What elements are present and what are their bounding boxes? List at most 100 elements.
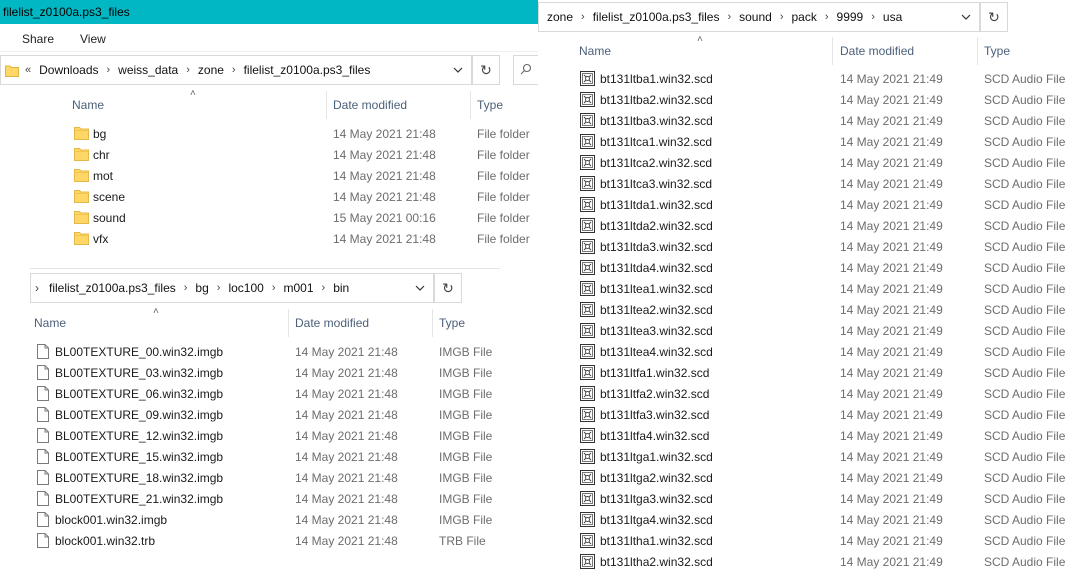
list-item[interactable]: BL00TEXTURE_21.win32.imgb 14 May 2021 21:… xyxy=(22,488,538,509)
breadcrumb-zone[interactable]: zone xyxy=(198,63,224,77)
file-name: bt131ltba1.win32.scd xyxy=(600,71,713,86)
list-item[interactable]: bt131ltfa4.win32.scd 14 May 2021 21:49 SCD… xyxy=(567,425,1069,446)
list-item[interactable]: bt131ltca2.win32.scd 14 May 2021 21:49 SCD… xyxy=(567,152,1069,173)
window-title-bar[interactable]: filelist_z0100a.ps3_files xyxy=(0,0,538,24)
list-item[interactable]: bt131ltda3.win32.scd 14 May 2021 21:49 SCD… xyxy=(567,236,1069,257)
date-modified: 14 May 2021 21:49 xyxy=(840,323,943,338)
list-item[interactable]: BL00TEXTURE_18.win32.imgb 14 May 2021 21:… xyxy=(22,467,538,488)
breadcrumb-overflow[interactable]: « xyxy=(25,64,31,76)
breadcrumb-pack[interactable]: pack xyxy=(792,10,817,24)
list-item[interactable]: bt131ltea3.win32.scd 14 May 2021 21:49 SCD… xyxy=(567,320,1069,341)
date-modified: 14 May 2021 21:48 xyxy=(333,189,436,204)
column-header-date[interactable]: Date modified xyxy=(295,316,369,330)
breadcrumb-filelist[interactable]: filelist_z0100a.ps3_files xyxy=(244,63,371,77)
column-header-type[interactable]: Type xyxy=(984,44,1010,58)
address-bar[interactable]: › filelist_z0100a.ps3_files › bg › loc10… xyxy=(30,273,434,303)
list-item[interactable]: bt131ltea2.win32.scd 14 May 2021 21:49 SCD… xyxy=(567,299,1069,320)
list-item[interactable]: BL00TEXTURE_06.win32.imgb 14 May 2021 21:… xyxy=(22,383,538,404)
refresh-icon: ↻ xyxy=(480,61,492,78)
list-item[interactable]: bt131ltda4.win32.scd 14 May 2021 21:49 SCD… xyxy=(567,257,1069,278)
list-item[interactable]: block001.win32.trb 14 May 2021 21:48 TRB F… xyxy=(22,530,538,551)
file-name: bt131ltga1.win32.scd xyxy=(600,449,713,464)
breadcrumb-9999[interactable]: 9999 xyxy=(837,10,864,24)
list-item[interactable]: block001.win32.imgb 14 May 2021 21:48 IMGB… xyxy=(22,509,538,530)
list-item[interactable]: bt131ltga3.win32.scd 14 May 2021 21:49 SCD… xyxy=(567,488,1069,509)
search-box[interactable] xyxy=(513,55,538,85)
chevron-down-icon[interactable] xyxy=(409,274,431,302)
breadcrumb-weiss-data[interactable]: weiss_data xyxy=(118,63,178,77)
list-item[interactable]: BL00TEXTURE_12.win32.imgb 14 May 2021 21:… xyxy=(22,425,538,446)
breadcrumb-zone[interactable]: zone xyxy=(547,10,573,24)
list-item[interactable]: bt131ltga2.win32.scd 14 May 2021 21:49 SCD… xyxy=(567,467,1069,488)
chevron-down-icon[interactable] xyxy=(447,56,469,84)
breadcrumb-downloads[interactable]: Downloads xyxy=(39,63,98,77)
list-item[interactable]: BL00TEXTURE_15.win32.imgb 14 May 2021 21:… xyxy=(22,446,538,467)
file-name: vfx xyxy=(93,231,109,246)
breadcrumb-loc100[interactable]: loc100 xyxy=(228,281,263,295)
list-item[interactable]: bt131ltba3.win32.scd 14 May 2021 21:49 SCD… xyxy=(567,110,1069,131)
list-item[interactable]: chr 14 May 2021 21:48 File folder xyxy=(60,144,538,165)
file-type: SCD Audio File xyxy=(984,407,1066,422)
list-item[interactable]: bt131ltfa2.win32.scd 14 May 2021 21:49 SCD… xyxy=(567,383,1069,404)
list-item[interactable]: bt131ltha2.win32.scd 14 May 2021 21:49 SCD… xyxy=(567,551,1069,572)
ribbon-tab-view[interactable]: View xyxy=(80,32,106,46)
column-header-name[interactable]: Name xyxy=(579,44,611,58)
file-name: bt131ltfa4.win32.scd xyxy=(600,428,710,443)
refresh-button[interactable]: ↻ xyxy=(434,273,462,303)
column-header-date[interactable]: Date modified xyxy=(840,44,914,58)
list-item[interactable]: bt131ltba2.win32.scd 14 May 2021 21:49 SCD… xyxy=(567,89,1069,110)
address-bar[interactable]: zone › filelist_z0100a.ps3_files › sound… xyxy=(538,2,980,32)
list-item[interactable]: BL00TEXTURE_00.win32.imgb 14 May 2021 21:… xyxy=(22,341,538,362)
refresh-button[interactable]: ↻ xyxy=(980,2,1008,32)
date-modified: 14 May 2021 21:49 xyxy=(840,134,943,149)
date-modified: 14 May 2021 21:49 xyxy=(840,218,943,233)
list-item[interactable]: bt131ltfa3.win32.scd 14 May 2021 21:49 SCD… xyxy=(567,404,1069,425)
date-modified: 14 May 2021 21:49 xyxy=(840,302,943,317)
breadcrumb-bg[interactable]: bg xyxy=(195,281,208,295)
list-item[interactable]: bt131ltea1.win32.scd 14 May 2021 21:49 SCD… xyxy=(567,278,1069,299)
list-item[interactable]: BL00TEXTURE_03.win32.imgb 14 May 2021 21:… xyxy=(22,362,538,383)
list-item[interactable]: bt131ltda2.win32.scd 14 May 2021 21:49 SCD… xyxy=(567,215,1069,236)
file-type: SCD Audio File xyxy=(984,344,1066,359)
ribbon-tab-share[interactable]: Share xyxy=(22,32,54,46)
breadcrumb-bin[interactable]: bin xyxy=(333,281,349,295)
breadcrumb-filelist[interactable]: filelist_z0100a.ps3_files xyxy=(593,10,720,24)
column-header-date[interactable]: Date modified xyxy=(333,98,407,112)
list-item[interactable]: sound 15 May 2021 00:16 File folder xyxy=(60,207,538,228)
list-item[interactable]: bt131ltca3.win32.scd 14 May 2021 21:49 SCD… xyxy=(567,173,1069,194)
list-item[interactable]: bt131ltga4.win32.scd 14 May 2021 21:49 SCD… xyxy=(567,509,1069,530)
file-name: BL00TEXTURE_18.win32.imgb xyxy=(55,470,224,485)
file-name: bt131ltea1.win32.scd xyxy=(600,281,713,296)
file-type: File folder xyxy=(477,168,530,183)
list-item[interactable]: mot 14 May 2021 21:48 File folder xyxy=(60,165,538,186)
column-header-name[interactable]: Name xyxy=(34,316,66,330)
list-item[interactable]: bt131ltba1.win32.scd 14 May 2021 21:49 SCD… xyxy=(567,68,1069,89)
list-item[interactable]: bt131ltda1.win32.scd 14 May 2021 21:49 SCD… xyxy=(567,194,1069,215)
file-name: BL00TEXTURE_21.win32.imgb xyxy=(55,491,224,506)
date-modified: 14 May 2021 21:48 xyxy=(295,428,398,443)
list-item[interactable]: bg 14 May 2021 21:48 File folder xyxy=(60,123,538,144)
breadcrumb-m001[interactable]: m001 xyxy=(284,281,314,295)
list-item[interactable]: bt131ltha1.win32.scd 14 May 2021 21:49 SCD… xyxy=(567,530,1069,551)
address-bar[interactable]: « Downloads › weiss_data › zone › fileli… xyxy=(0,55,472,85)
breadcrumb-filelist[interactable]: filelist_z0100a.ps3_files xyxy=(49,281,176,295)
column-header-name[interactable]: Name xyxy=(72,98,104,112)
chevron-down-icon[interactable] xyxy=(955,3,977,31)
list-item[interactable]: bt131ltfa1.win32.scd 14 May 2021 21:49 SCD… xyxy=(567,362,1069,383)
date-modified: 14 May 2021 21:49 xyxy=(840,197,943,212)
list-item[interactable]: bt131ltga1.win32.scd 14 May 2021 21:49 SCD… xyxy=(567,446,1069,467)
list-item[interactable]: vfx 14 May 2021 21:48 File folder xyxy=(60,228,538,249)
column-header-type[interactable]: Type xyxy=(439,316,465,330)
list-item[interactable]: scene 14 May 2021 21:48 File folder xyxy=(60,186,538,207)
breadcrumb-usa[interactable]: usa xyxy=(883,10,902,24)
file-name: bt131ltha1.win32.scd xyxy=(600,533,713,548)
list-item[interactable]: BL00TEXTURE_09.win32.imgb 14 May 2021 21:… xyxy=(22,404,538,425)
column-header-type[interactable]: Type xyxy=(477,98,503,112)
list-item[interactable]: bt131ltea4.win32.scd 14 May 2021 21:49 SCD… xyxy=(567,341,1069,362)
file-name: BL00TEXTURE_03.win32.imgb xyxy=(55,365,224,380)
refresh-button[interactable]: ↻ xyxy=(472,55,500,85)
audio-file-icon xyxy=(580,386,595,404)
breadcrumb-sound[interactable]: sound xyxy=(739,10,772,24)
file-name: bt131ltea4.win32.scd xyxy=(600,344,713,359)
list-item[interactable]: bt131ltca1.win32.scd 14 May 2021 21:49 SCD… xyxy=(567,131,1069,152)
